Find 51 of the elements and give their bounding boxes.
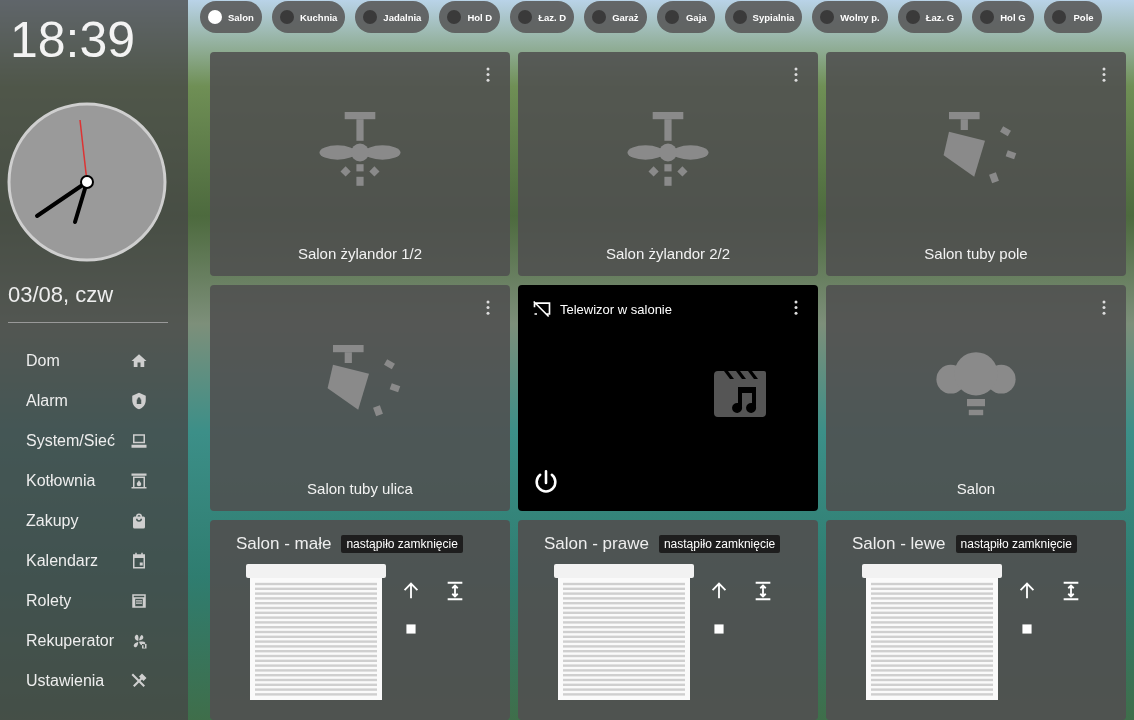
menu-item[interactable]: System/Sieć [26, 421, 148, 461]
room-chip[interactable]: Łaz. G [897, 1, 963, 33]
device-tile[interactable]: Salon tuby pole [826, 52, 1126, 276]
menu-item[interactable]: Dom [26, 341, 148, 381]
device-tile[interactable]: Salon tuby ulica [210, 285, 510, 511]
room-chip[interactable]: Łaz. D [510, 1, 575, 33]
room-chip[interactable]: Pole [1043, 1, 1102, 33]
shutter-icon [130, 592, 148, 610]
room-chip[interactable]: Gaja [656, 1, 715, 33]
fireplace-icon [130, 472, 148, 490]
computer-icon [130, 432, 148, 450]
menu-item[interactable]: Alarm [26, 381, 148, 421]
device-tile[interactable]: Salon [826, 285, 1126, 511]
blind-name: Salon - małe [236, 534, 332, 554]
room-chip[interactable]: Garaż [584, 1, 647, 33]
status-badge: nastąpiło zamknięcie [955, 535, 1077, 553]
home-icon [130, 352, 148, 370]
status-badge: nastąpiło zamknięcie [341, 535, 463, 553]
menu-item[interactable]: Kotłownia [26, 461, 148, 501]
room-chip[interactable]: Wolny p. [812, 1, 888, 33]
room-chip[interactable]: Sypialnia [724, 1, 803, 33]
menu-item[interactable]: Ustawienia [26, 661, 148, 701]
device-tile[interactable]: Telewizor w salonie [518, 285, 818, 511]
tile-name: Salon żylandor 1/2 [297, 245, 423, 262]
room-chip[interactable]: Salon [200, 1, 262, 33]
bag-icon [130, 512, 148, 530]
room-chip[interactable]: Kuchnia [271, 1, 346, 33]
room-chip[interactable]: Hol D [439, 1, 501, 33]
room-chip[interactable]: Jadalnia [355, 1, 430, 33]
tile-name: Salon tuby ulica [307, 480, 413, 497]
room-chip[interactable]: Hol G [972, 1, 1034, 33]
status-badge: nastąpiło zamknięcie [658, 535, 781, 553]
tools-icon [130, 672, 148, 690]
device-tile[interactable]: Salon żylandor 2/2 [518, 52, 818, 276]
menu-item[interactable]: Zakupy [26, 501, 148, 541]
tile-name: Salon [956, 480, 996, 497]
clock-time: 18:39 [10, 12, 136, 68]
device-tile[interactable]: Salon żylandor 1/2 [210, 52, 510, 276]
menu-item[interactable]: Kalendarz [26, 541, 148, 581]
calendar-icon [130, 552, 148, 570]
clock-date: 03/08, czw [8, 282, 114, 308]
tile-name: Salon żylandor 2/2 [605, 245, 731, 262]
menu-item[interactable]: Rekuperator [26, 621, 148, 661]
blind-name: Salon - lewe [852, 534, 946, 554]
blind-name: Salon - prawe [544, 534, 649, 554]
shield-icon [130, 392, 148, 410]
more-options-icon[interactable] [794, 300, 798, 315]
tile-name: Salon tuby pole [924, 245, 1028, 262]
media-title: Telewizor w salonie [560, 301, 672, 317]
cast-off-icon [532, 299, 552, 319]
menu-item[interactable]: Rolety [26, 581, 148, 621]
